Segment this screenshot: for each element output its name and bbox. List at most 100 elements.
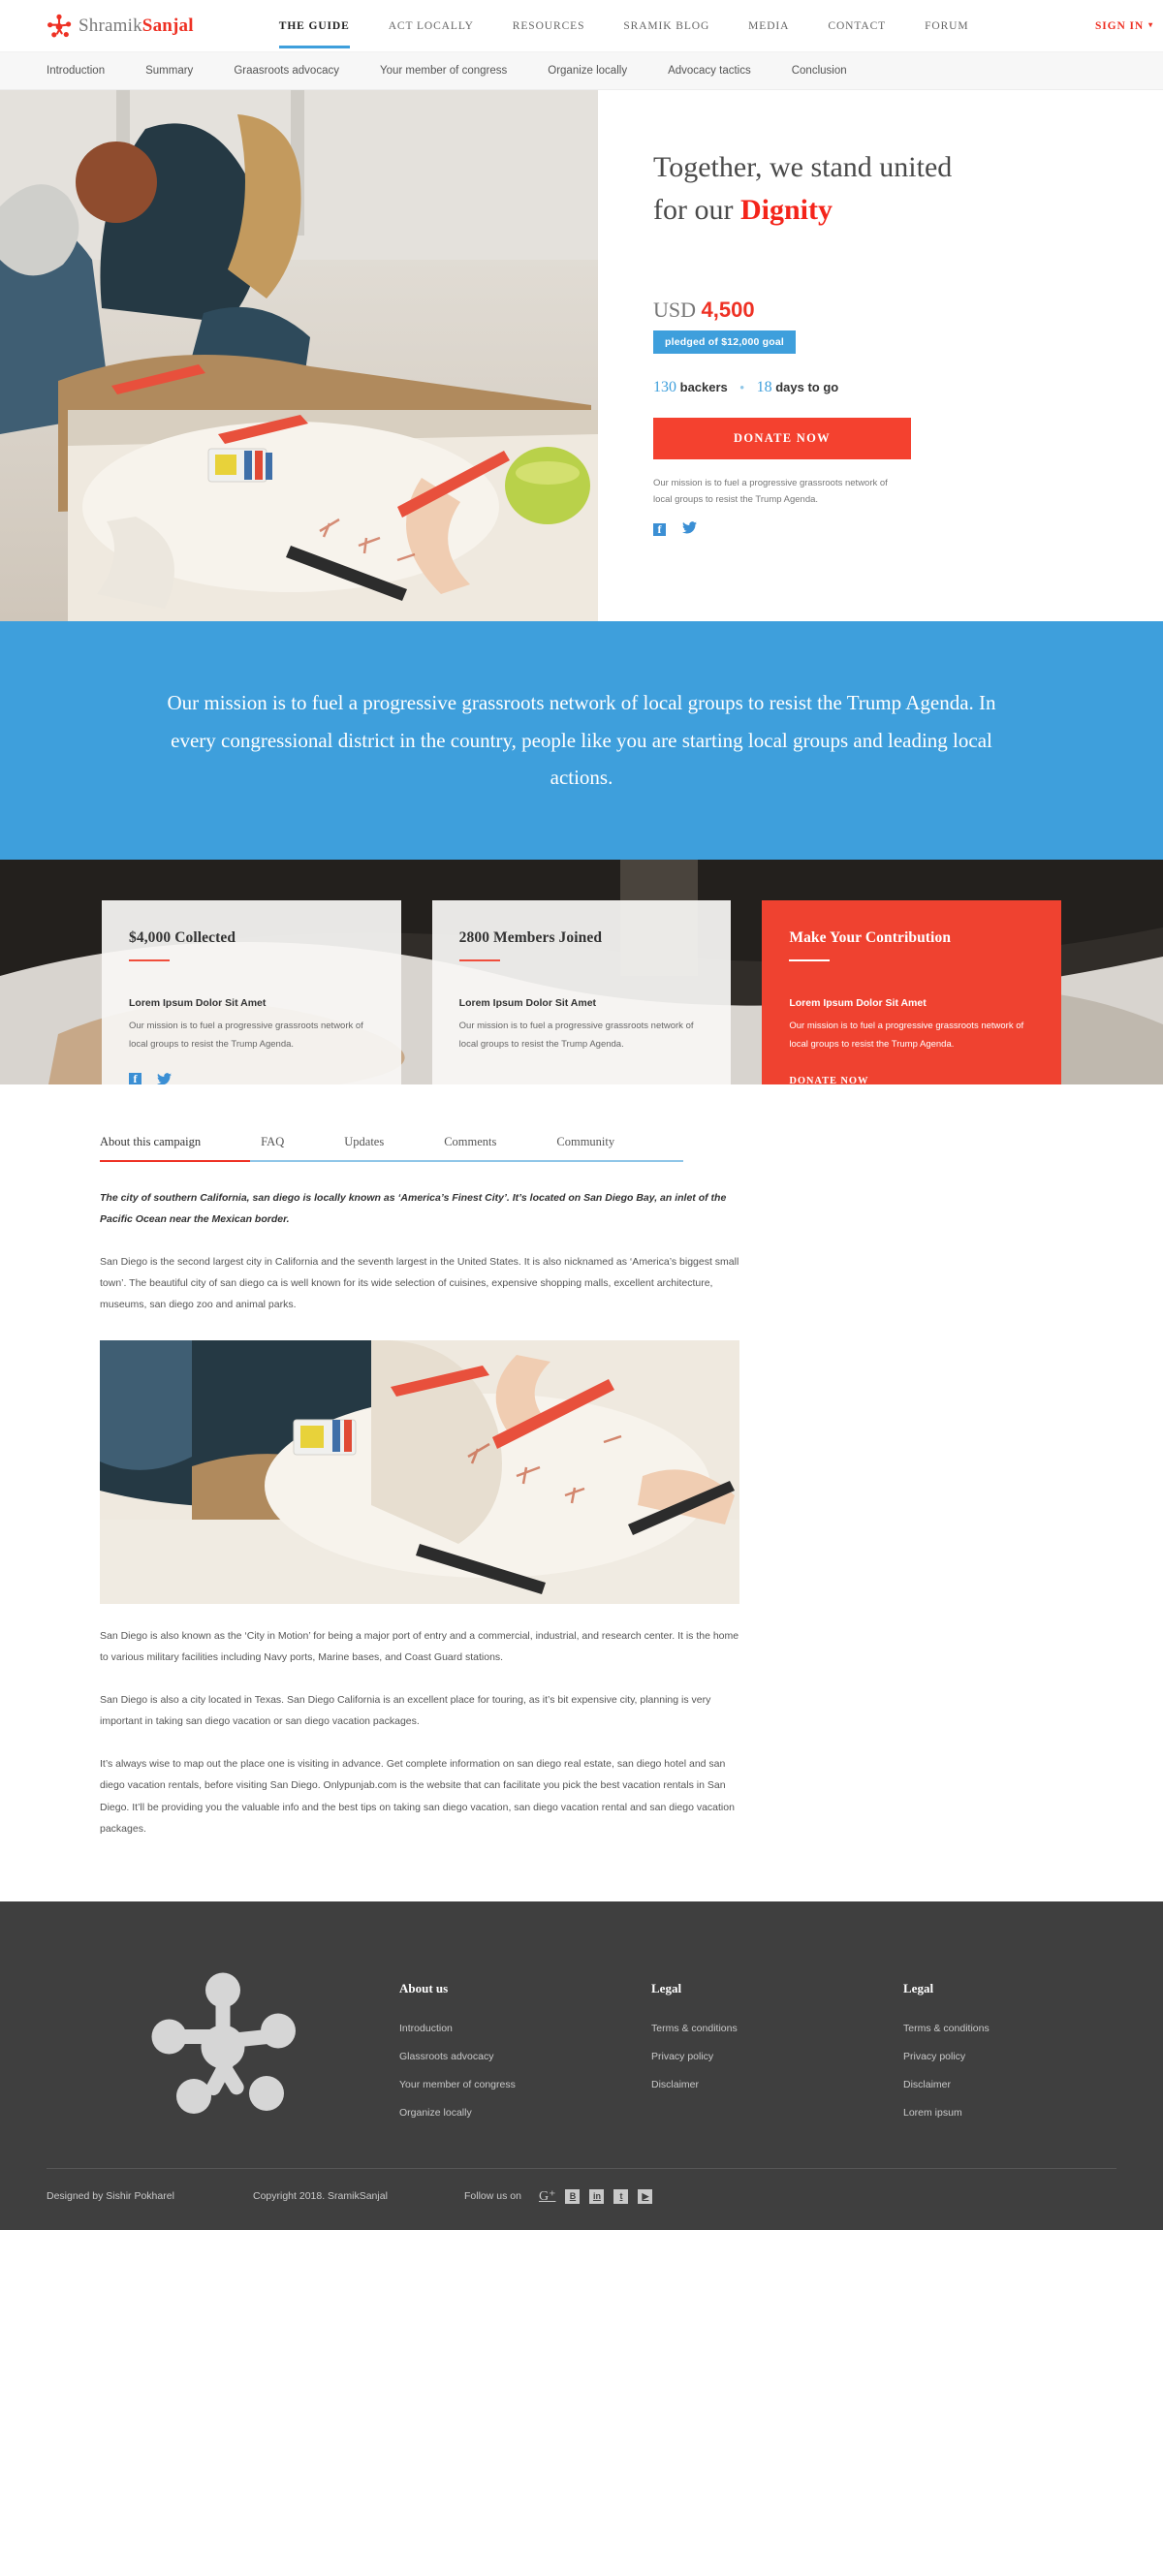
page-root: ShramikSanjal THE GUIDE ACT LOCALLY RESO… [0, 0, 1163, 2230]
hero-image [0, 90, 598, 621]
blogger-icon[interactable]: B [565, 2188, 581, 2204]
days-label: days to go [775, 379, 839, 394]
youtube-icon[interactable]: ▶ [638, 2188, 653, 2204]
footer-link-your-member-of-congress[interactable]: Your member of congress [399, 2079, 651, 2090]
cards-strip: $4,000 Collected Lorem Ipsum Dolor Sit A… [0, 860, 1163, 1084]
chevron-down-icon: ▾ [1148, 20, 1153, 29]
hero-section: Together, we stand united for our Dignit… [0, 90, 1163, 621]
subnav-item-conclusion[interactable]: Conclusion [792, 65, 847, 77]
nav-item-the-guide[interactable]: THE GUIDE [260, 0, 369, 52]
site-footer: About us Introduction Glassroots advocac… [0, 1901, 1163, 2230]
card-members: 2800 Members Joined Lorem Ipsum Dolor Si… [431, 900, 732, 1084]
card-subtitle: Lorem Ipsum Dolor Sit Amet [789, 997, 927, 1009]
days-count: 18 [756, 378, 772, 395]
linkedin-icon[interactable]: in [589, 2188, 605, 2204]
hero-title-line1: Together, we stand united [653, 151, 953, 183]
footer-top: About us Introduction Glassroots advocac… [0, 1958, 1163, 2135]
subnav-item-summary[interactable]: Summary [145, 65, 193, 77]
card-title: Make Your Contribution [789, 929, 952, 946]
designed-by-text: Designed by Sishir Pokharel [47, 2190, 174, 2203]
card-subtitle: Lorem Ipsum Dolor Sit Amet [129, 997, 267, 1009]
footer-column-about-us: About us Introduction Glassroots advocac… [399, 1981, 651, 2135]
footer-column-title: About us [399, 1980, 449, 1995]
footer-link-disclaimer-2[interactable]: Disclaimer [903, 2079, 1116, 2090]
backers-row: 130 backers • 18 days to go [653, 379, 1163, 396]
donate-now-button[interactable]: DONATE NOW [653, 417, 911, 459]
hero-title-line2: for our [653, 194, 740, 227]
card-collected: $4,000 Collected Lorem Ipsum Dolor Sit A… [102, 900, 401, 1084]
footer-social-links: G⁺ B in t ▶ [539, 2188, 653, 2205]
card-donate-now-link[interactable]: DONATE NOW [789, 1076, 868, 1084]
tab-updates[interactable]: Updates [344, 1135, 384, 1160]
backers-count: 130 [653, 378, 676, 395]
sign-in-button[interactable]: SIGN IN ▾ [1076, 0, 1163, 52]
twitter-icon[interactable] [157, 1073, 172, 1084]
twitter-icon[interactable]: t [613, 2188, 629, 2204]
dot-separator: • [739, 379, 744, 394]
hero-title-highlight: Dignity [739, 194, 833, 227]
mission-banner: Our mission is to fuel a progressive gra… [0, 621, 1163, 860]
nav-item-contact[interactable]: CONTACT [808, 0, 905, 52]
content-paragraph-3: San Diego is also a city located in Texa… [100, 1694, 711, 1728]
subnav-item-introduction[interactable]: Introduction [47, 65, 105, 77]
follow-us-label: Follow us on [464, 2190, 521, 2203]
footer-columns: About us Introduction Glassroots advocac… [399, 1958, 1116, 2135]
twitter-icon[interactable] [682, 521, 697, 539]
content-paragraph-4: It’s always wise to map out the place on… [100, 1758, 735, 1835]
facebook-icon[interactable] [129, 1072, 141, 1084]
copyright-text: Copyright 2018. SramikSanjal [253, 2190, 388, 2203]
sub-navigation: Introduction Summary Graasroots advocacy… [0, 52, 1163, 90]
subnav-item-grassroots-advocacy[interactable]: Graasroots advocacy [234, 65, 339, 77]
footer-link-privacy-policy-2[interactable]: Privacy policy [903, 2051, 1116, 2062]
network-star-icon [47, 14, 72, 37]
subnav-item-organize-locally[interactable]: Organize locally [548, 65, 627, 77]
subnav-item-advocacy-tactics[interactable]: Advocacy tactics [668, 65, 751, 77]
footer-link-disclaimer[interactable]: Disclaimer [651, 2079, 903, 2090]
card-contribution: Make Your Contribution Lorem Ipsum Dolor… [762, 900, 1062, 1084]
subnav-item-your-member-of-congress[interactable]: Your member of congress [380, 65, 507, 77]
footer-link-privacy-policy[interactable]: Privacy policy [651, 2051, 903, 2062]
footer-link-terms-conditions-2[interactable]: Terms & conditions [903, 2023, 1116, 2034]
footer-column-title: Legal [903, 1980, 934, 1995]
pledge-amount: USD 4,500 [653, 298, 1163, 323]
google-plus-icon[interactable]: G⁺ [539, 2188, 556, 2205]
footer-column-legal-1: Legal Terms & conditions Privacy policy … [651, 1981, 903, 2135]
card-title: $4,000 Collected [129, 929, 236, 946]
main-navigation: THE GUIDE ACT LOCALLY RESOURCES SRAMIK B… [260, 0, 1163, 52]
facebook-icon[interactable] [653, 522, 666, 537]
content-lede: The city of southern California, san die… [100, 1192, 727, 1226]
card-social-links [129, 1072, 374, 1084]
footer-column-title: Legal [651, 1980, 682, 1995]
card-rule [458, 959, 500, 961]
footer-link-introduction[interactable]: Introduction [399, 2023, 651, 2034]
tab-about-this-campaign[interactable]: About this campaign [100, 1135, 201, 1160]
card-body: Our mission is to fuel a progressive gra… [789, 1021, 1024, 1050]
hero-social-links [653, 521, 1163, 539]
nav-item-media[interactable]: MEDIA [729, 0, 808, 52]
footer-link-organize-locally[interactable]: Organize locally [399, 2107, 651, 2119]
content-image [100, 1340, 739, 1605]
nav-item-act-locally[interactable]: ACT LOCALLY [369, 0, 493, 52]
pledge-goal-badge: pledged of $12,000 goal [653, 330, 797, 354]
content-paragraph-1: San Diego is the second largest city in … [100, 1256, 739, 1311]
hero-details: Together, we stand united for our Dignit… [598, 90, 1163, 621]
card-title: 2800 Members Joined [458, 929, 603, 946]
footer-link-lorem-ipsum[interactable]: Lorem ipsum [903, 2107, 1116, 2119]
card-rule [129, 959, 170, 961]
footer-link-terms-conditions[interactable]: Terms & conditions [651, 2023, 903, 2034]
tab-community[interactable]: Community [556, 1135, 614, 1160]
site-logo[interactable]: ShramikSanjal [47, 14, 194, 39]
footer-link-glassroots-advocacy[interactable]: Glassroots advocacy [399, 2051, 651, 2062]
tab-faq[interactable]: FAQ [261, 1135, 284, 1160]
nav-item-sramik-blog[interactable]: SRAMIK BLOG [604, 0, 729, 52]
card-rule [789, 959, 831, 961]
content-tabs: About this campaign FAQ Updates Comments… [100, 1135, 683, 1162]
backers-label: backers [679, 379, 728, 394]
nav-item-forum[interactable]: FORUM [905, 0, 988, 52]
content-paragraph-2: San Diego is also known as the ‘City in … [100, 1630, 739, 1664]
network-star-icon [151, 1972, 296, 2114]
currency-label: USD [653, 297, 697, 322]
logo-text: ShramikSanjal [79, 15, 194, 36]
nav-item-resources[interactable]: RESOURCES [493, 0, 605, 52]
tab-comments[interactable]: Comments [444, 1135, 496, 1160]
